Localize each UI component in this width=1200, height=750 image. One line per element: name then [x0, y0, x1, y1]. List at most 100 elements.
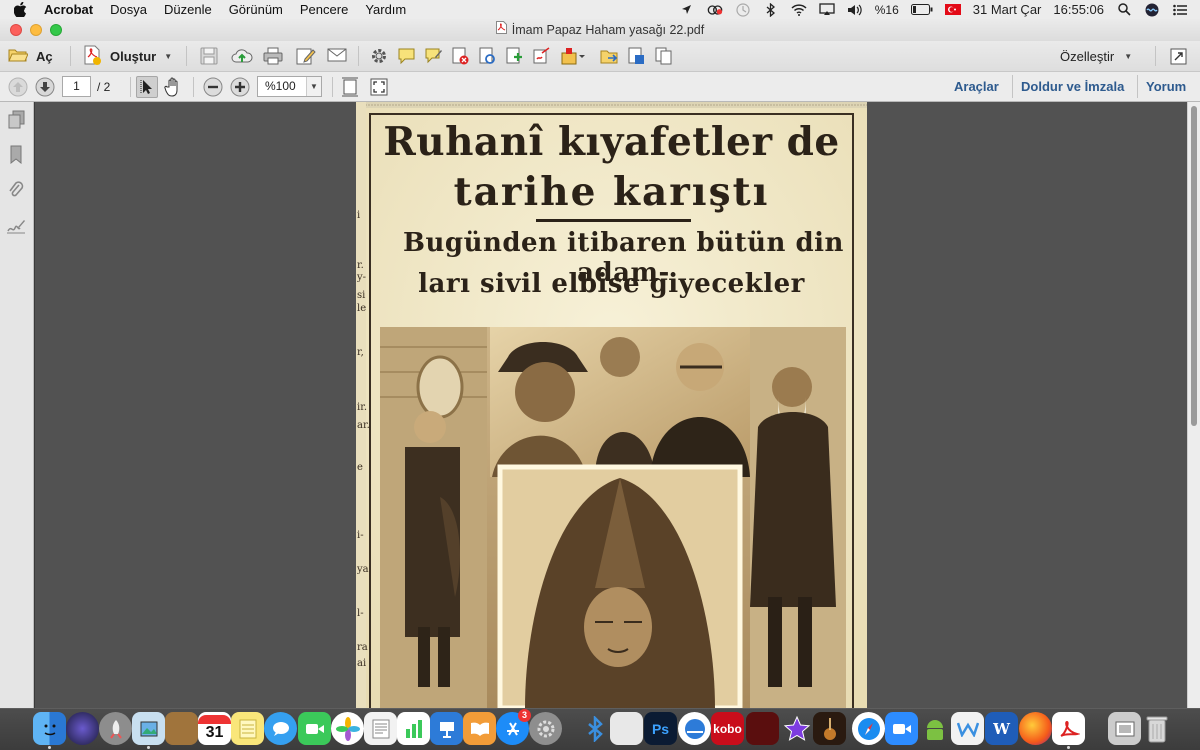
disk-utility-icon[interactable]	[678, 712, 711, 745]
notification-center-icon[interactable]	[1172, 3, 1188, 17]
insert-page-icon[interactable]	[505, 47, 524, 65]
email-icon[interactable]	[327, 47, 347, 63]
garageband-guitar-icon[interactable]	[813, 712, 846, 745]
battery-icon[interactable]	[910, 3, 933, 17]
volume-icon[interactable]	[847, 3, 863, 17]
customize-button[interactable]: Özelleştir ▼	[1060, 48, 1132, 64]
kobo-icon[interactable]: kobo	[711, 712, 744, 745]
notebook-icon[interactable]	[165, 712, 198, 745]
settings-gear-icon[interactable]	[370, 47, 388, 65]
zoom-out-icon[interactable]	[203, 77, 223, 97]
highlight-icon[interactable]	[424, 47, 443, 65]
downloads-stack-icon[interactable]	[1108, 712, 1141, 745]
previous-page-icon[interactable]	[8, 77, 28, 97]
bluetooth-file-exchange-icon[interactable]	[578, 712, 611, 745]
siri-icon[interactable]	[1144, 3, 1160, 17]
comment-link[interactable]: Yorum	[1146, 79, 1186, 94]
expand-window-icon[interactable]	[1170, 48, 1187, 65]
keynote-icon[interactable]	[430, 712, 463, 745]
firefox-icon[interactable]	[1019, 712, 1052, 745]
apple-menu-icon[interactable]	[14, 2, 30, 17]
airplay-icon[interactable]	[819, 3, 835, 17]
facetime-icon[interactable]	[298, 712, 331, 745]
extract-page-icon[interactable]	[478, 47, 497, 65]
sign-document-icon[interactable]	[532, 47, 551, 65]
wondershare-icon[interactable]	[951, 712, 984, 745]
zoom-dropdown-arrow-icon[interactable]: ▼	[306, 77, 321, 96]
pdf-page[interactable]: i r. y- si le r, ir. ar. e i- ya l- ra a…	[356, 102, 867, 708]
creative-cloud-icon[interactable]	[707, 3, 723, 17]
page-number-input[interactable]: 1	[62, 76, 91, 97]
photoshop-icon[interactable]: Ps	[644, 712, 677, 745]
zoom-in-icon[interactable]	[230, 77, 250, 97]
menubar-time[interactable]: 16:55:06	[1053, 2, 1104, 17]
export-icon[interactable]	[627, 47, 646, 65]
menu-app-name[interactable]: Acrobat	[44, 2, 93, 17]
menu-file[interactable]: Dosya	[110, 2, 147, 17]
attachments-paperclip-icon[interactable]	[8, 180, 24, 199]
android-icon[interactable]	[918, 712, 951, 745]
close-window-button[interactable]	[10, 24, 22, 36]
comment-bubble-icon[interactable]	[397, 47, 416, 65]
notes-icon[interactable]	[231, 712, 264, 745]
ibooks-icon[interactable]	[463, 712, 496, 745]
zoom-select[interactable]: %100 ▼	[257, 76, 322, 97]
finder-icon[interactable]	[33, 712, 66, 745]
upload-cloud-icon[interactable]	[231, 47, 253, 65]
delete-page-icon[interactable]	[451, 47, 470, 65]
menu-window[interactable]: Pencere	[300, 2, 348, 17]
calendar-icon[interactable]: 31	[198, 712, 231, 745]
eraser-icon[interactable]	[610, 712, 643, 745]
imovie-star-icon[interactable]	[780, 712, 813, 745]
wifi-icon[interactable]	[791, 3, 807, 17]
launchpad-rocket-icon[interactable]	[99, 712, 132, 745]
select-tool-icon[interactable]	[136, 76, 158, 98]
app-store-icon[interactable]: 3	[496, 709, 531, 745]
preview-icon[interactable]	[132, 712, 165, 745]
menu-view[interactable]: Görünüm	[229, 2, 283, 17]
numbers-chart-icon[interactable]	[397, 712, 430, 745]
menu-edit[interactable]: Düzenle	[164, 2, 212, 17]
zoom-window-button[interactable]	[50, 24, 62, 36]
vertical-scrollbar[interactable]	[1187, 102, 1200, 708]
create-pdf-icon	[84, 45, 102, 68]
fit-page-icon[interactable]	[342, 77, 358, 97]
photo-booth-icon[interactable]	[746, 712, 779, 745]
create-button[interactable]: Oluştur ▼	[84, 45, 172, 68]
spotlight-search-icon[interactable]	[1116, 3, 1132, 17]
edit-pdf-icon[interactable]	[296, 47, 316, 65]
safari-compass-icon[interactable]	[852, 712, 885, 745]
textedit-icon[interactable]	[364, 712, 397, 745]
scrollbar-thumb[interactable]	[1191, 106, 1197, 426]
hand-tool-icon[interactable]	[164, 77, 182, 97]
bluetooth-icon[interactable]	[763, 2, 779, 17]
word-icon[interactable]: W	[985, 712, 1018, 745]
trash-icon[interactable]	[1140, 712, 1173, 745]
minimize-window-button[interactable]	[30, 24, 42, 36]
messages-icon[interactable]	[264, 712, 297, 745]
turkey-flag-icon[interactable]	[944, 3, 961, 17]
time-machine-icon[interactable]	[735, 2, 751, 17]
save-icon[interactable]	[200, 47, 218, 65]
combine-files-icon[interactable]	[654, 47, 673, 65]
stamp-icon[interactable]	[560, 47, 586, 65]
photos-icon[interactable]	[331, 712, 364, 745]
menubar-date[interactable]: 31 Mart Çar	[973, 2, 1042, 17]
word-label: W	[993, 719, 1010, 738]
next-page-icon[interactable]	[35, 77, 55, 97]
share-icon[interactable]	[600, 47, 619, 65]
system-preferences-icon[interactable]	[529, 712, 562, 745]
bookmarks-icon[interactable]	[9, 145, 23, 164]
signatures-icon[interactable]	[6, 218, 26, 234]
print-icon[interactable]	[263, 47, 283, 65]
full-screen-icon[interactable]	[369, 77, 389, 97]
siri-dock-icon[interactable]	[66, 712, 99, 745]
location-icon[interactable]	[679, 3, 695, 17]
acrobat-reader-icon[interactable]	[1052, 712, 1085, 745]
open-button[interactable]: Aç	[8, 46, 53, 66]
page-thumbnails-icon[interactable]	[8, 110, 25, 129]
menu-help[interactable]: Yardım	[365, 2, 406, 17]
zoom-video-icon[interactable]	[885, 712, 918, 745]
fill-and-sign-link[interactable]: Doldur ve İmzala	[1021, 79, 1124, 94]
tools-link[interactable]: Araçlar	[954, 79, 999, 94]
